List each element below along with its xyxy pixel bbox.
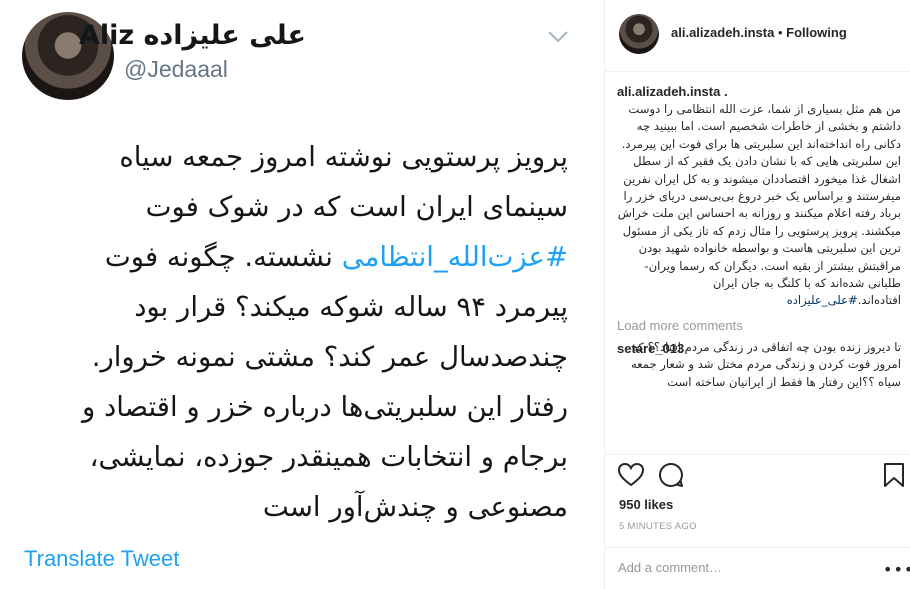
caption-username-suffix: .	[720, 84, 728, 99]
tweet-display-name: علی علیزاده Aliz	[78, 20, 306, 51]
more-options-icon[interactable]: •••	[883, 560, 910, 579]
following-button[interactable]: Following	[786, 25, 847, 40]
tweet-line: برجام و انتخابات همینقدر جوزده، نمایشی،	[89, 441, 568, 473]
tweet-image: علی علیزاده Aliz @Jedaaal پرویز پرستویی …	[0, 0, 604, 589]
comment-text: تا دیروز زنده بودن چه اتفاقی در زندگی مر…	[630, 339, 901, 389]
tweet-line: #عزت‌الله_انتظامی نشسته. چگونه فوت	[18, 232, 568, 282]
post-actions: 950 likes 5 MINUTES AGO •••	[605, 454, 910, 589]
add-comment-bar: •••	[605, 547, 910, 589]
load-more-comments-button[interactable]: Load more comments	[617, 318, 901, 333]
chevron-down-icon	[548, 31, 568, 43]
tweet-line-text: نشسته. چگونه فوت	[104, 241, 333, 273]
tweet-handle: @Jedaaal	[124, 56, 228, 82]
avatar[interactable]	[619, 14, 659, 54]
tweet-hashtag: #عزت‌الله_انتظامی	[341, 241, 568, 273]
bookmark-icon[interactable]	[880, 461, 908, 489]
tweet-line: چندصدسال عمر کند؟ مشتی نمونه خروار.	[91, 341, 568, 373]
comments-list[interactable]: ali.alizadeh.insta . من هم مثل بسیاری از…	[617, 84, 901, 454]
separator-dot: •	[777, 25, 783, 40]
comment-icon[interactable]	[657, 461, 685, 489]
caption-text: من هم مثل بسیاری از شما، عزت الله انتظام…	[617, 101, 901, 310]
caption-hashtag[interactable]: #علی_علیزاده	[787, 293, 858, 307]
tweet-text: پرویز پرستویی نوشته امروز جمعه سیاه سینم…	[18, 132, 568, 532]
tweet-line: رفتار این سلبریتی‌ها درباره خزر و اقتصاد…	[82, 391, 568, 423]
username-link[interactable]: ali.alizadeh.insta	[671, 25, 774, 40]
tweet-line: پیرمرد ۹۴ ساله شوکه میکند؟ قرار بود	[134, 291, 568, 323]
caption-username: ali.alizadeh.insta .	[617, 84, 901, 99]
translate-tweet-link: Translate Tweet	[24, 546, 180, 571]
post-panel: ali.alizadeh.insta • Following ali.aliza…	[605, 0, 910, 589]
heart-icon[interactable]	[617, 461, 645, 489]
post-timestamp[interactable]: 5 MINUTES AGO	[619, 521, 697, 532]
tweet-line: پرویز پرستویی نوشته امروز جمعه سیاه	[119, 141, 568, 173]
post-author: ali.alizadeh.insta • Following	[671, 25, 847, 40]
add-comment-input[interactable]	[618, 560, 868, 575]
tweet-line: سینمای ایران است که در شوک فوت	[145, 191, 568, 223]
likes-count[interactable]: 950 likes	[619, 497, 673, 512]
caption-username-link[interactable]: ali.alizadeh.insta	[617, 84, 720, 99]
post-header: ali.alizadeh.insta • Following	[605, 0, 910, 72]
tweet-line: مصنوعی و چندش‌آور است	[262, 491, 568, 523]
caption-body: من هم مثل بسیاری از شما، عزت الله انتظام…	[617, 102, 901, 308]
